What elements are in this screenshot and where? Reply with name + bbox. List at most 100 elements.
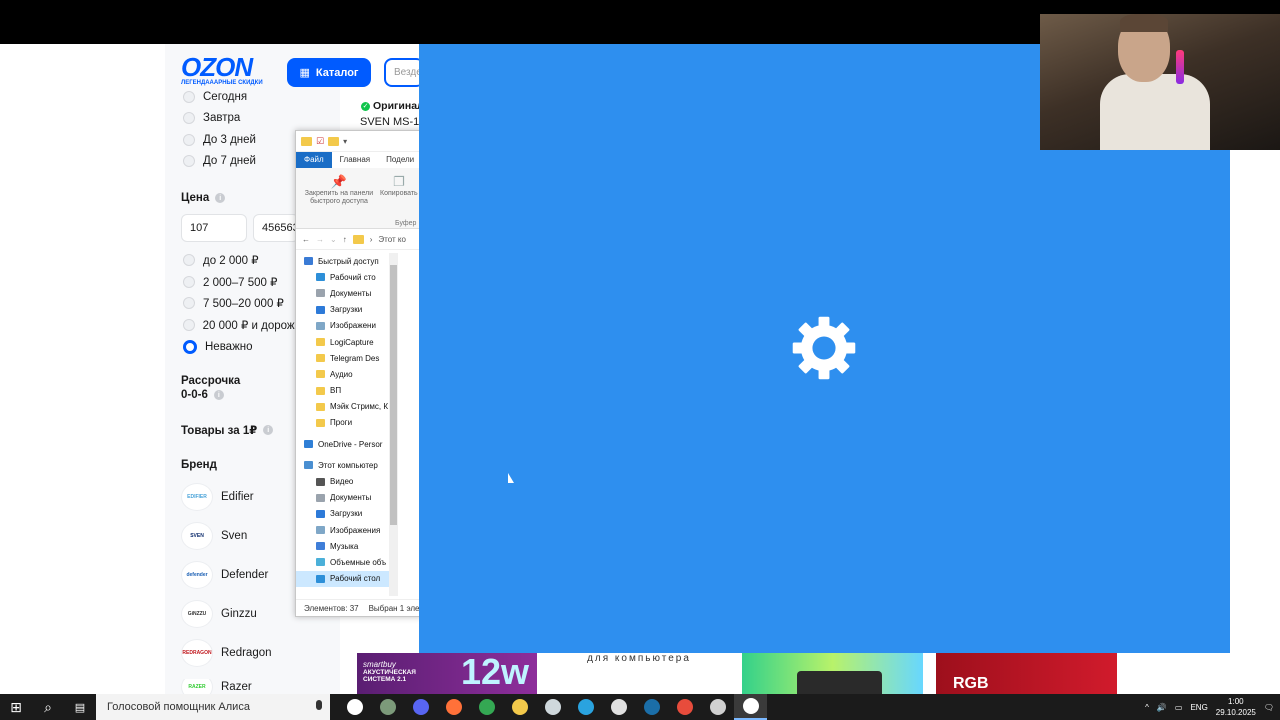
taskbar-app-button[interactable] [503,694,536,720]
taskbar-app-button[interactable] [734,694,767,720]
tab-file[interactable]: Файл [296,152,332,168]
brand-option[interactable]: GiNZZU Ginzzu [181,600,257,628]
nav-item[interactable]: Видео [296,473,396,489]
product-name[interactable]: SVEN MS-18 [360,116,425,128]
recent-chevron-icon[interactable]: ⌄ [330,235,337,244]
price-range-option[interactable]: 20 000 ₽ и дороже [183,316,301,334]
pin-quick-access-button[interactable]: 📌 Закрепить на панели быстрого доступа [300,174,378,206]
catalog-button[interactable]: ▦ Каталог [287,58,371,87]
language-indicator[interactable]: ENG [1190,703,1207,712]
price-range-option-selected[interactable]: Неважно [183,338,253,356]
tab-share[interactable]: Подели [378,152,421,168]
search-icon[interactable]: ⌕ [32,694,64,720]
brand-option[interactable]: defender Defender [181,561,268,589]
installment-value[interactable]: 0-0-6 i [181,389,224,401]
brand-option[interactable]: REDRAGON Redragon [181,639,272,667]
delivery-option[interactable]: Завтра [183,109,240,127]
taskbar-app-button[interactable] [437,694,470,720]
nav-item[interactable]: Быстрый доступ [296,253,396,269]
one-ruble-filter[interactable]: Товары за 1₽ i [181,423,274,437]
chevron-down-icon[interactable]: ▾ [343,137,347,146]
clock[interactable]: 1:00 29.10.2025 [1216,696,1256,718]
nav-item[interactable]: Изображени [296,318,396,334]
info-icon[interactable]: i [213,390,224,400]
taskbar-app-button[interactable] [635,694,668,720]
brand-option[interactable]: RAZER Razer [181,679,252,694]
price-to-input[interactable]: 456563 [253,214,299,242]
tab-home[interactable]: Главная [332,152,378,168]
taskbar-app-button[interactable] [569,694,602,720]
taskbar-app-button[interactable] [701,694,734,720]
green-banner[interactable] [742,653,923,694]
file-explorer-window[interactable]: ☑ ▾ Файл Главная Подели 📌 Закрепить на п… [295,130,422,617]
price-range-option[interactable]: до 2 000 ₽ [183,251,259,269]
notifications-icon[interactable]: 🗨 [1264,703,1274,712]
delivery-option[interactable]: Сегодня [183,88,247,106]
microphone-icon[interactable] [316,700,322,710]
price-range-option[interactable]: 2 000–7 500 ₽ [183,273,277,291]
nav-item[interactable]: Музыка [296,538,396,554]
folder-icon [316,370,325,379]
nav-item[interactable]: Документы [296,490,396,506]
delivery-option[interactable]: До 7 дней [183,152,256,170]
nav-item[interactable]: ВП [296,383,396,399]
taskbar-app-button[interactable] [602,694,635,720]
navigation-pane[interactable]: Быстрый доступ Рабочий сто Документы Загруз… [296,253,396,587]
address-bar[interactable]: ← → ⌄ ↑ › Этот ко [296,229,421,250]
nav-item[interactable]: Мэйк Стримс, К [296,399,396,415]
chevron-up-icon[interactable]: ^ [1145,703,1149,712]
rgb-banner[interactable]: RGB [936,653,1117,694]
explorer-titlebar[interactable]: ☑ ▾ [296,131,421,152]
taskbar-app-button[interactable] [536,694,569,720]
ozon-logo[interactable]: OZON ЛЕГЕНДАААРНЫЕ СКИДКИ [181,54,271,88]
taskbar-app-button[interactable] [338,694,371,720]
taskbar-app-button[interactable] [668,694,701,720]
nav-item[interactable]: Загрузки [296,506,396,522]
brand-title: Бренд [181,459,217,471]
start-button[interactable]: ⊞ [0,694,32,720]
nav-scrollbar[interactable] [389,253,398,596]
nav-item-label: Telegram Des [330,353,380,363]
alice-search-box[interactable]: Голосовой помощник Алиса [96,694,330,720]
nav-item[interactable]: Рабочий сто [296,269,396,285]
nav-item[interactable]: Рабочий стол [296,570,396,587]
radio-icon [183,319,195,331]
info-icon[interactable]: i [263,425,274,435]
volume-icon[interactable]: 🔊 [1157,703,1167,712]
chevron-right-icon: › [369,234,373,244]
taskbar-app-button[interactable] [371,694,404,720]
scroll-thumb[interactable] [390,265,397,525]
task-view-icon[interactable]: ▤ [64,694,96,720]
nav-item[interactable]: OneDrive - Persor [296,436,396,452]
nav-item[interactable]: Аудио [296,366,396,382]
nav-item[interactable]: Документы [296,285,396,301]
taskbar-app-button[interactable] [404,694,437,720]
speaker-image [797,671,882,694]
smartbuy-banner[interactable]: smartbuy АКУСТИЧЕСКАЯ СИСТЕМА 2.1 12w [357,653,537,694]
network-icon[interactable]: ▭ [1175,703,1183,712]
pc-banner[interactable]: для компьютера [550,653,728,694]
nav-item[interactable]: Объемные объ [296,554,396,570]
properties-icon[interactable]: ☑ [316,136,324,147]
search-input[interactable]: Везде [384,58,424,87]
nav-item[interactable]: LogiCapture [296,334,396,350]
copy-button[interactable]: ❐ Копировать [380,174,418,197]
nav-item[interactable]: Проги [296,415,396,431]
up-icon[interactable]: ↑ [343,235,347,244]
info-icon[interactable]: i [215,193,226,203]
new-folder-icon[interactable] [328,136,340,146]
taskbar-app-button[interactable] [470,694,503,720]
nav-item[interactable]: Изображения [296,522,396,538]
delivery-label: До 3 дней [203,134,256,146]
brand-option[interactable]: SVEN Sven [181,522,247,550]
forward-icon[interactable]: → [316,235,324,244]
one-ruble-text: Товары за 1₽ [181,425,258,437]
brand-option[interactable]: EDIFIER Edifier [181,483,254,511]
delivery-option[interactable]: До 3 дней [183,131,256,149]
nav-item[interactable]: Telegram Des [296,350,396,366]
price-from-input[interactable]: 107 [181,214,247,242]
back-icon[interactable]: ← [302,235,310,244]
nav-item[interactable]: Загрузки [296,302,396,318]
nav-item[interactable]: Этот компьютер [296,457,396,473]
price-range-option[interactable]: 7 500–20 000 ₽ [183,294,284,312]
